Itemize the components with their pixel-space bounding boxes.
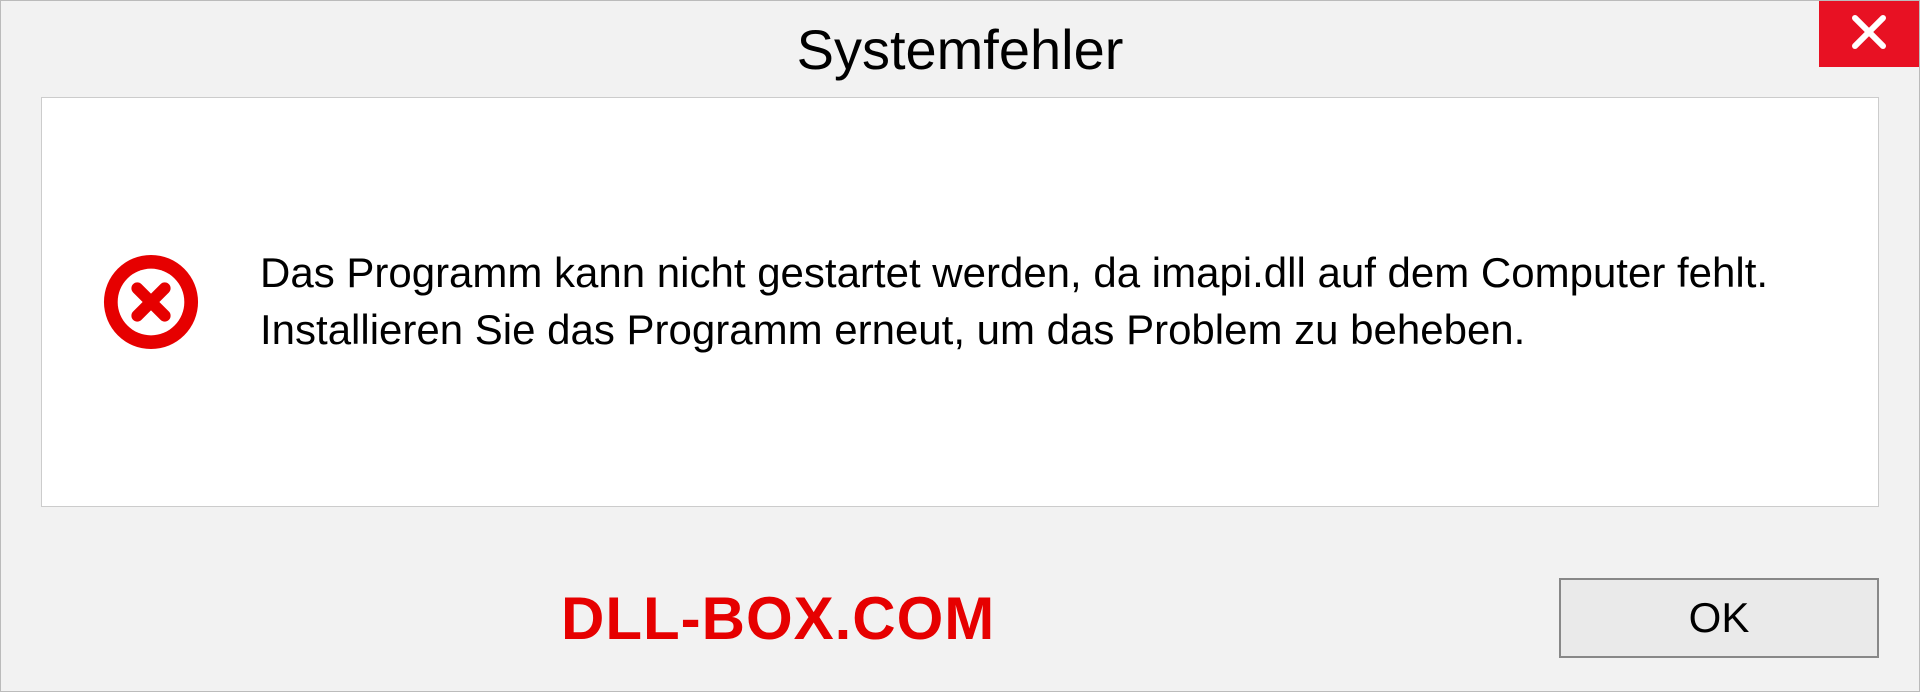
ok-button[interactable]: OK xyxy=(1559,578,1879,658)
error-message: Das Programm kann nicht gestartet werden… xyxy=(260,245,1818,358)
titlebar: Systemfehler xyxy=(1,1,1919,97)
error-dialog: Systemfehler Das Programm kann nicht ges… xyxy=(0,0,1920,692)
footer: DLL-BOX.COM OK xyxy=(1,545,1919,691)
error-icon xyxy=(102,253,200,351)
close-button[interactable] xyxy=(1819,1,1919,67)
content-area: Das Programm kann nicht gestartet werden… xyxy=(41,97,1879,507)
dialog-title: Systemfehler xyxy=(797,17,1124,82)
watermark-text: DLL-BOX.COM xyxy=(561,584,995,653)
close-icon xyxy=(1849,12,1889,57)
